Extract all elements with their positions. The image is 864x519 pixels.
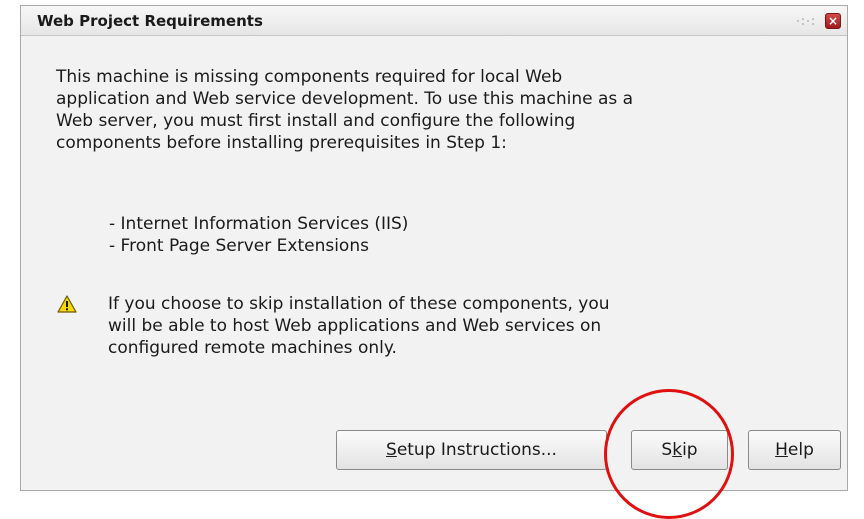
resize-grip-icon	[797, 18, 819, 26]
help-mnemonic: H	[775, 440, 788, 460]
warning-triangle-icon	[57, 295, 77, 313]
skip-button[interactable]: Skip	[631, 430, 728, 470]
setup-label: etup Instructions...	[396, 440, 557, 460]
dialog-titlebar[interactable]: Web Project Requirements ×	[21, 6, 847, 36]
setup-mnemonic: S	[386, 440, 397, 460]
skip-mnemonic: k	[672, 440, 683, 460]
web-project-requirements-dialog: Web Project Requirements × This machine …	[20, 5, 848, 491]
close-icon[interactable]: ×	[825, 13, 841, 29]
components-list: - Internet Information Services (IIS) - …	[109, 213, 408, 257]
warning-message: If you choose to skip installation of th…	[108, 294, 610, 358]
skip-label-end: ip	[682, 440, 698, 460]
setup-instructions-button[interactable]: Setup Instructions...	[336, 430, 607, 470]
list-item: - Front Page Server Extensions	[109, 236, 369, 256]
dialog-title: Web Project Requirements	[37, 12, 263, 30]
dialog-message: This machine is missing components requi…	[56, 67, 634, 153]
list-item: - Internet Information Services (IIS)	[109, 214, 409, 234]
help-button[interactable]: Help	[748, 430, 841, 470]
skip-label-start: S	[661, 440, 673, 460]
help-label: elp	[787, 440, 814, 460]
